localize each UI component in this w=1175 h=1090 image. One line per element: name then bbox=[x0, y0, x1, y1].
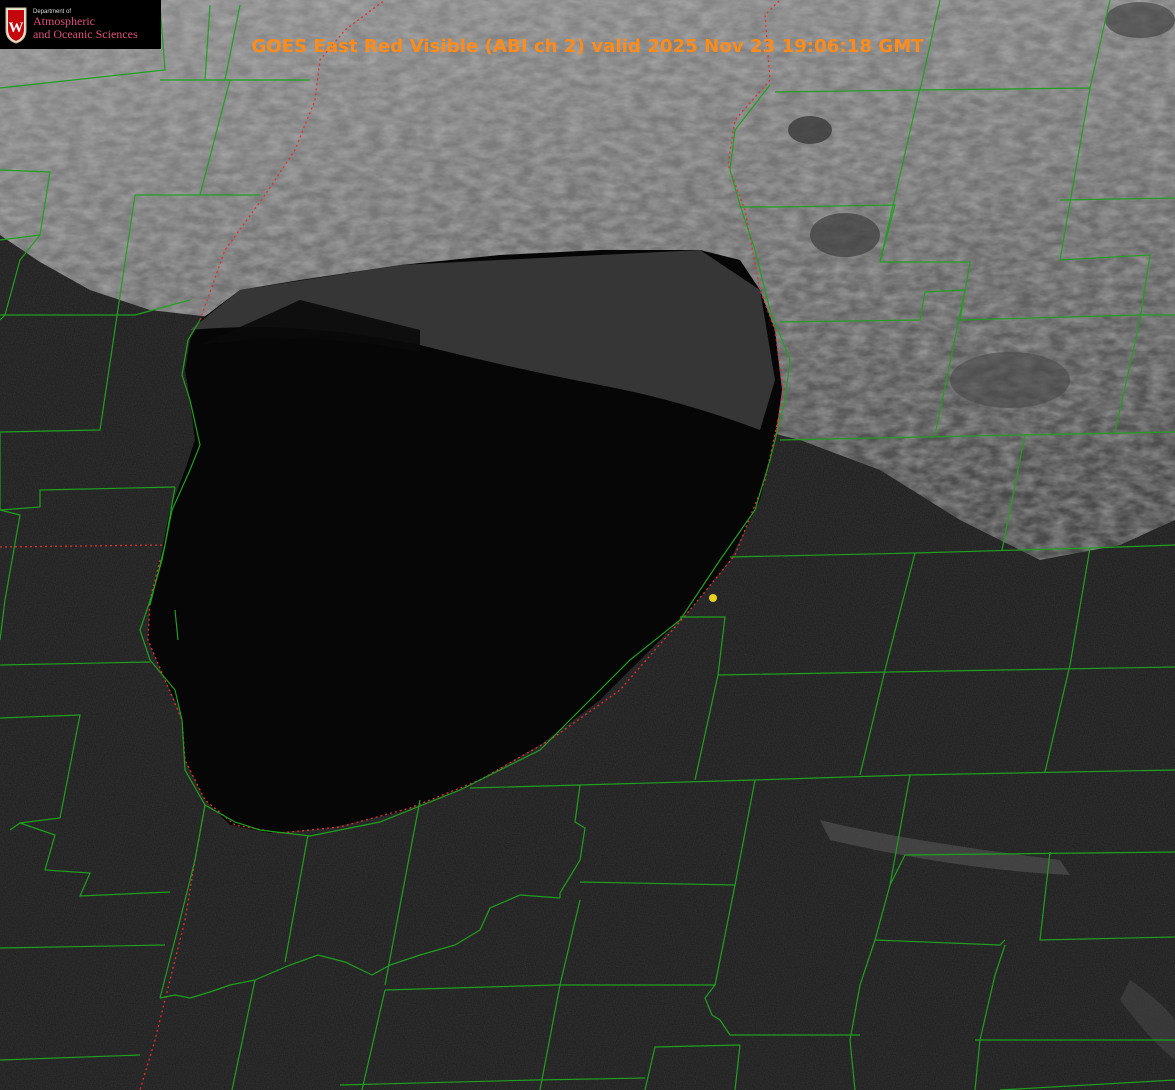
logo-line-1: Atmospheric bbox=[33, 13, 95, 28]
svg-text:W: W bbox=[9, 20, 24, 36]
satellite-map bbox=[0, 0, 1175, 1090]
satellite-image-viewer: W Department of Atmospheric and Oceanic … bbox=[0, 0, 1175, 1090]
image-title: GOES East Red Visible (ABI ch 2) valid 2… bbox=[251, 36, 924, 57]
location-marker[interactable] bbox=[709, 594, 717, 602]
